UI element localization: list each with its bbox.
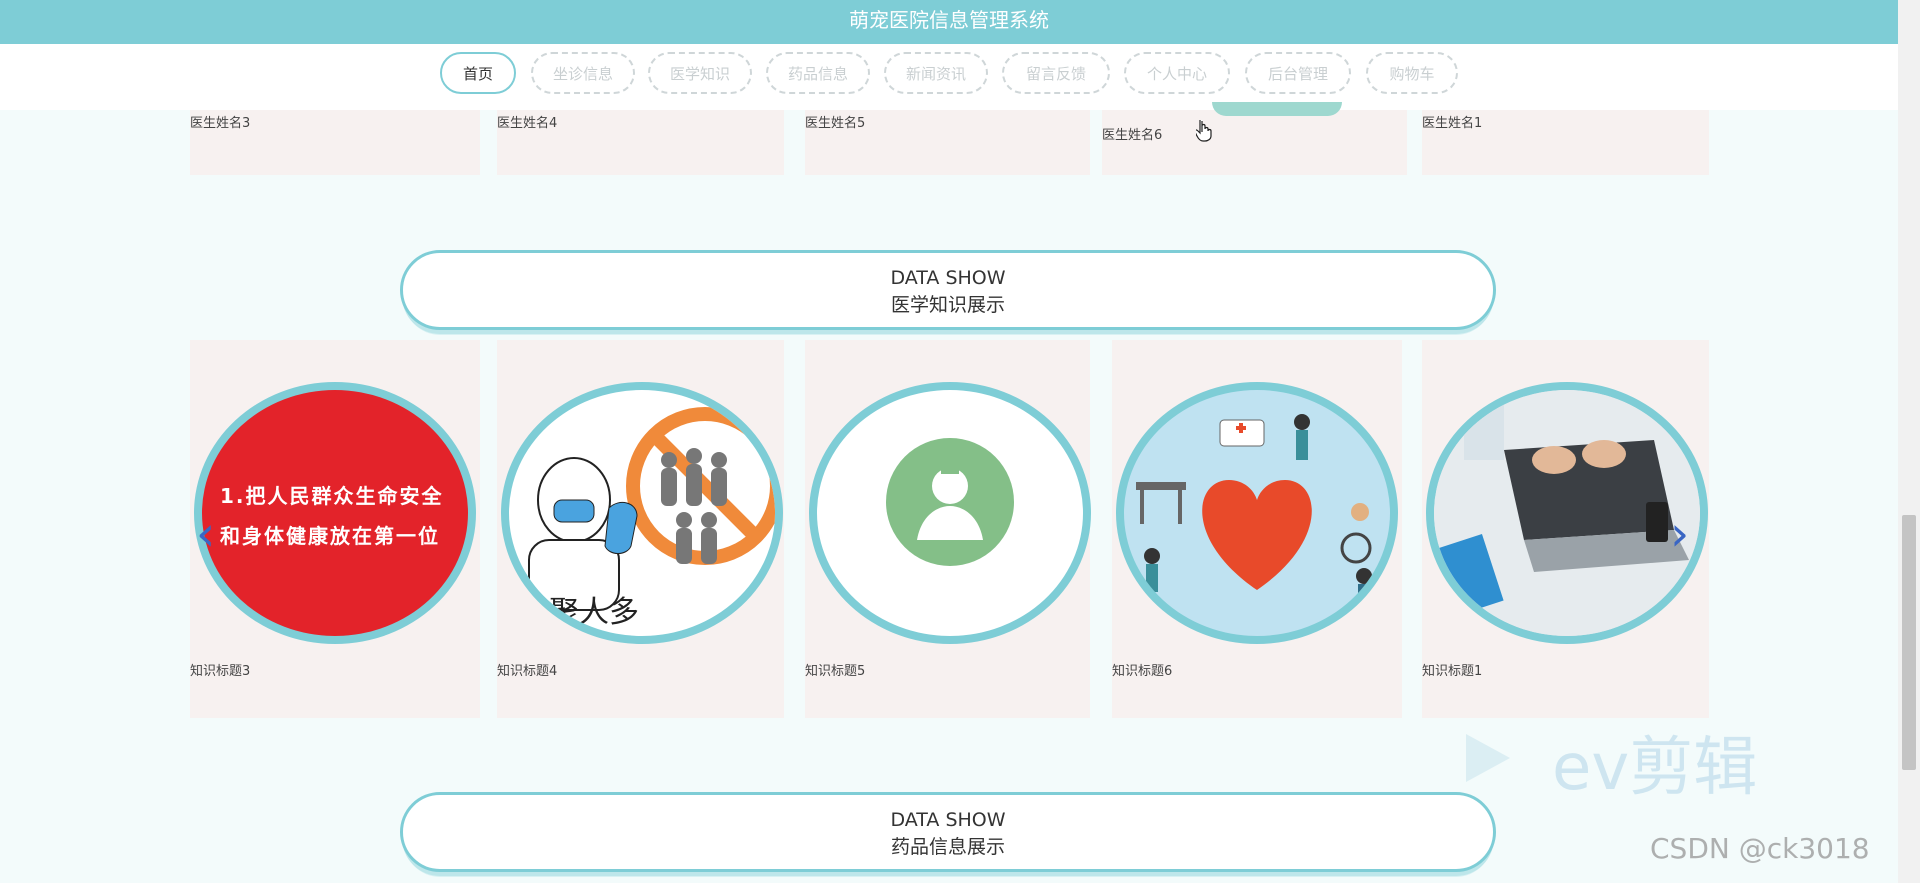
knowledge-title: 知识标题5: [805, 664, 866, 679]
image-caption-text: 聚人多: [549, 595, 639, 630]
knowledge-card[interactable]: 知识标题1: [1422, 340, 1709, 718]
knowledge-image: [1116, 382, 1398, 644]
chevron-right-icon[interactable]: ›: [1670, 510, 1689, 558]
app-title: 萌宠医院信息管理系统: [849, 8, 1049, 32]
main-nav: 首页 坐诊信息 医学知识 药品信息 新闻资讯 留言反馈 个人中心 后台管理 购物…: [0, 44, 1898, 110]
scrollbar-thumb[interactable]: [1902, 515, 1916, 770]
app-title-bar: 萌宠医院信息管理系统: [0, 0, 1898, 44]
knowledge-title: 知识标题1: [1422, 664, 1483, 679]
nav-consult[interactable]: 坐诊信息: [531, 52, 635, 94]
doctor-name: 医生姓名3: [190, 116, 251, 131]
heart-icon: [1136, 414, 1372, 612]
medicine-heading-en: DATA SHOW: [890, 809, 1006, 831]
nav-medicine[interactable]: 药品信息: [766, 52, 870, 94]
knowledge-image: [1426, 382, 1708, 644]
doctor-name: 医生姓名5: [805, 116, 866, 131]
doctor-icon: [886, 438, 1014, 566]
doctor-photo-edge: [1212, 102, 1342, 116]
nav-cart[interactable]: 购物车: [1366, 52, 1458, 94]
doctor-card[interactable]: 医生姓名4: [497, 110, 784, 175]
medicine-section-heading: DATA SHOW 药品信息展示: [400, 792, 1496, 872]
knowledge-section-heading: DATA SHOW 医学知识展示: [400, 250, 1496, 330]
protective-suit-illustration: 聚人多: [528, 407, 775, 630]
knowledge-heading-cn: 医学知识展示: [890, 294, 1005, 316]
doctor-name: 医生姓名6: [1102, 128, 1163, 143]
knowledge-image: [809, 382, 1091, 644]
knowledge-card[interactable]: 知识标题6: [1112, 340, 1402, 718]
hand-cursor-icon: [1196, 120, 1212, 142]
ev-logo-icon: [1456, 728, 1516, 788]
nav-news[interactable]: 新闻资讯: [884, 52, 988, 94]
knowledge-heading-en: DATA SHOW: [890, 267, 1006, 289]
knowledge-image: 1.把人民群众生命安全 和身体健康放在第一位: [194, 382, 476, 644]
knowledge-title: 知识标题3: [190, 664, 251, 679]
knowledge-title: 知识标题4: [497, 664, 558, 679]
page-scrollbar[interactable]: [1898, 0, 1920, 883]
ev-watermark: ev剪辑: [1552, 731, 1758, 805]
csdn-watermark: CSDN @ck3018: [1650, 832, 1870, 865]
doctor-name: 医生姓名1: [1422, 116, 1483, 131]
knowledge-card[interactable]: 聚人多 知识标题4: [497, 340, 784, 718]
medicine-heading-cn: 药品信息展示: [890, 836, 1005, 858]
nav-knowledge[interactable]: 医学知识: [648, 52, 752, 94]
doctor-name: 医生姓名4: [497, 116, 558, 131]
nav-feedback[interactable]: 留言反馈: [1002, 52, 1110, 94]
doctor-card[interactable]: 医生姓名1: [1422, 110, 1709, 175]
knowledge-card[interactable]: 知识标题5: [805, 340, 1091, 718]
laptop-photo: [1434, 390, 1700, 636]
nav-home[interactable]: 首页: [440, 52, 516, 94]
knowledge-card[interactable]: 1.把人民群众生命安全 和身体健康放在第一位 知识标题3: [190, 340, 480, 718]
nav-admin[interactable]: 后台管理: [1245, 52, 1351, 94]
nav-profile[interactable]: 个人中心: [1124, 52, 1230, 94]
knowledge-image-text: 1.把人民群众生命安全 和身体健康放在第一位: [220, 484, 444, 548]
knowledge-title: 知识标题6: [1112, 664, 1173, 679]
knowledge-image: 聚人多: [501, 382, 783, 644]
doctor-card[interactable]: 医生姓名5: [805, 110, 1090, 175]
doctor-card[interactable]: 医生姓名3: [190, 110, 480, 175]
chevron-left-icon[interactable]: ‹: [196, 510, 215, 558]
doctor-card[interactable]: 医生姓名6: [1102, 102, 1407, 175]
